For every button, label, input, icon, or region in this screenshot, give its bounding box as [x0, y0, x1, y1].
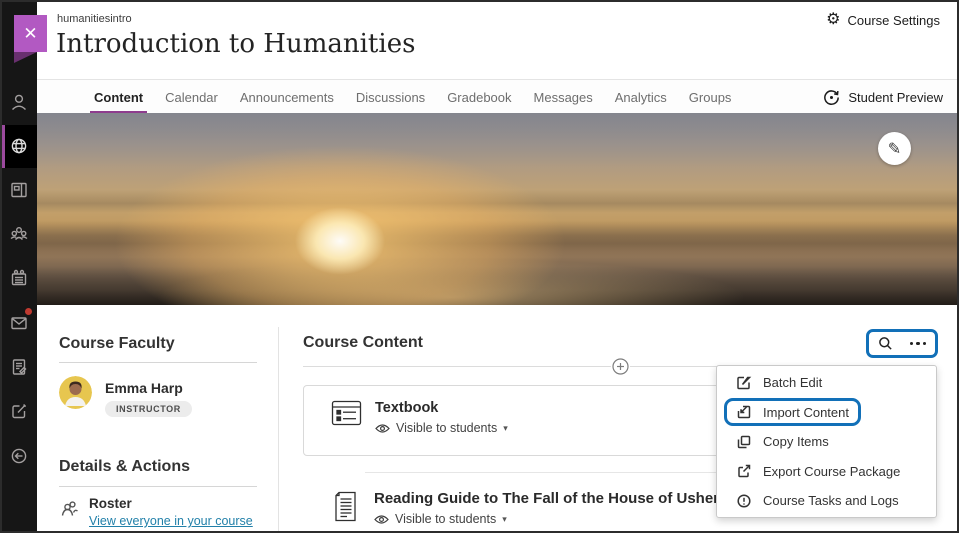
student-preview-label: Student Preview — [848, 90, 943, 105]
tab-calendar[interactable]: Calendar — [165, 80, 218, 114]
menu-item-import-content[interactable]: Import Content — [717, 398, 936, 428]
content-toolbar-highlight — [866, 329, 938, 358]
course-sidebar-rail — [0, 0, 37, 533]
menu-item-copy-items[interactable]: Copy Items — [717, 427, 936, 457]
gear-icon: ⚙ — [826, 12, 840, 28]
app-window: ✕ humanitiesintro Introduction to Humani… — [0, 0, 959, 533]
close-course-button[interactable]: ✕ — [14, 15, 47, 52]
roster-label: Roster — [89, 496, 253, 511]
course-banner-image: ✎ — [37, 113, 957, 305]
student-preview-icon — [822, 88, 841, 107]
tasks-logs-icon — [736, 493, 752, 509]
roster-people-icon — [60, 499, 80, 519]
copy-items-icon — [736, 434, 752, 450]
community-icon[interactable] — [0, 214, 37, 254]
column-divider — [278, 327, 279, 531]
page-title: Introduction to Humanities — [56, 29, 415, 59]
faculty-member: Emma Harp INSTRUCTOR — [59, 376, 192, 417]
sign-out-icon[interactable] — [0, 436, 37, 476]
breadcrumb: humanitiesintro — [57, 13, 132, 25]
course-header: humanitiesintro Introduction to Humaniti… — [37, 2, 957, 79]
faculty-heading: Course Faculty — [59, 335, 175, 353]
roster-view-everyone-link[interactable]: View everyone in your course — [89, 514, 253, 528]
menu-item-course-tasks-and-logs[interactable]: Course Tasks and Logs — [717, 486, 936, 516]
details-divider — [59, 486, 257, 487]
institution-page-icon[interactable] — [0, 170, 37, 210]
more-options-menu: Batch Edit Import Content Copy Items Exp… — [716, 365, 937, 518]
close-ribbon-fold — [14, 52, 37, 63]
avatar — [59, 376, 92, 409]
content-item-title[interactable]: Textbook — [375, 400, 508, 416]
tab-discussions[interactable]: Discussions — [356, 80, 425, 114]
student-preview-button[interactable]: Student Preview — [822, 80, 943, 114]
course-tabbar: Content Calendar Announcements Discussio… — [37, 79, 957, 113]
tab-announcements[interactable]: Announcements — [240, 80, 334, 114]
instructor-role-badge: INSTRUCTOR — [105, 401, 192, 417]
chevron-down-icon: ▾ — [502, 514, 507, 525]
close-icon: ✕ — [23, 24, 37, 44]
grades-icon[interactable] — [0, 347, 37, 387]
tools-icon[interactable] — [0, 391, 37, 431]
menu-item-batch-edit[interactable]: Batch Edit — [717, 368, 936, 398]
eye-icon — [375, 423, 390, 434]
course-settings-label: Course Settings — [848, 13, 941, 28]
tab-content[interactable]: Content — [94, 80, 143, 114]
details-actions-heading: Details & Actions — [59, 458, 190, 476]
pencil-icon: ✎ — [888, 139, 901, 159]
eye-icon — [374, 514, 389, 525]
add-content-button[interactable] — [611, 357, 630, 376]
menu-item-export-course-package[interactable]: Export Course Package — [717, 457, 936, 487]
chevron-down-icon: ▾ — [503, 423, 508, 434]
import-content-icon — [736, 404, 752, 420]
roster-section: Roster View everyone in your course — [60, 496, 253, 530]
tab-list: Content Calendar Announcements Discussio… — [94, 80, 731, 114]
document-list-icon — [331, 400, 362, 435]
batch-edit-icon — [736, 375, 752, 391]
edit-banner-button[interactable]: ✎ — [878, 132, 911, 165]
instructor-name: Emma Harp — [105, 380, 192, 396]
tab-gradebook[interactable]: Gradebook — [447, 80, 511, 114]
unread-messages-badge — [24, 307, 33, 316]
faculty-divider — [59, 362, 257, 363]
tab-analytics[interactable]: Analytics — [615, 80, 667, 114]
calendar-icon[interactable] — [0, 258, 37, 298]
tab-messages[interactable]: Messages — [534, 80, 593, 114]
course-settings-button[interactable]: ⚙ Course Settings — [826, 12, 940, 28]
tab-groups[interactable]: Groups — [689, 80, 732, 114]
more-options-icon[interactable] — [910, 342, 927, 346]
search-icon[interactable] — [878, 336, 893, 351]
course-content-heading: Course Content — [303, 334, 423, 352]
plus-circle-icon — [612, 358, 629, 375]
courses-globe-icon[interactable] — [0, 126, 37, 166]
course-body: Course Faculty Emma Harp INSTRUCTOR Deta… — [37, 305, 957, 531]
visibility-dropdown[interactable]: Visible to students ▾ — [375, 421, 508, 435]
profile-icon[interactable] — [0, 82, 37, 122]
export-package-icon — [736, 463, 752, 479]
document-text-icon — [331, 490, 361, 528]
